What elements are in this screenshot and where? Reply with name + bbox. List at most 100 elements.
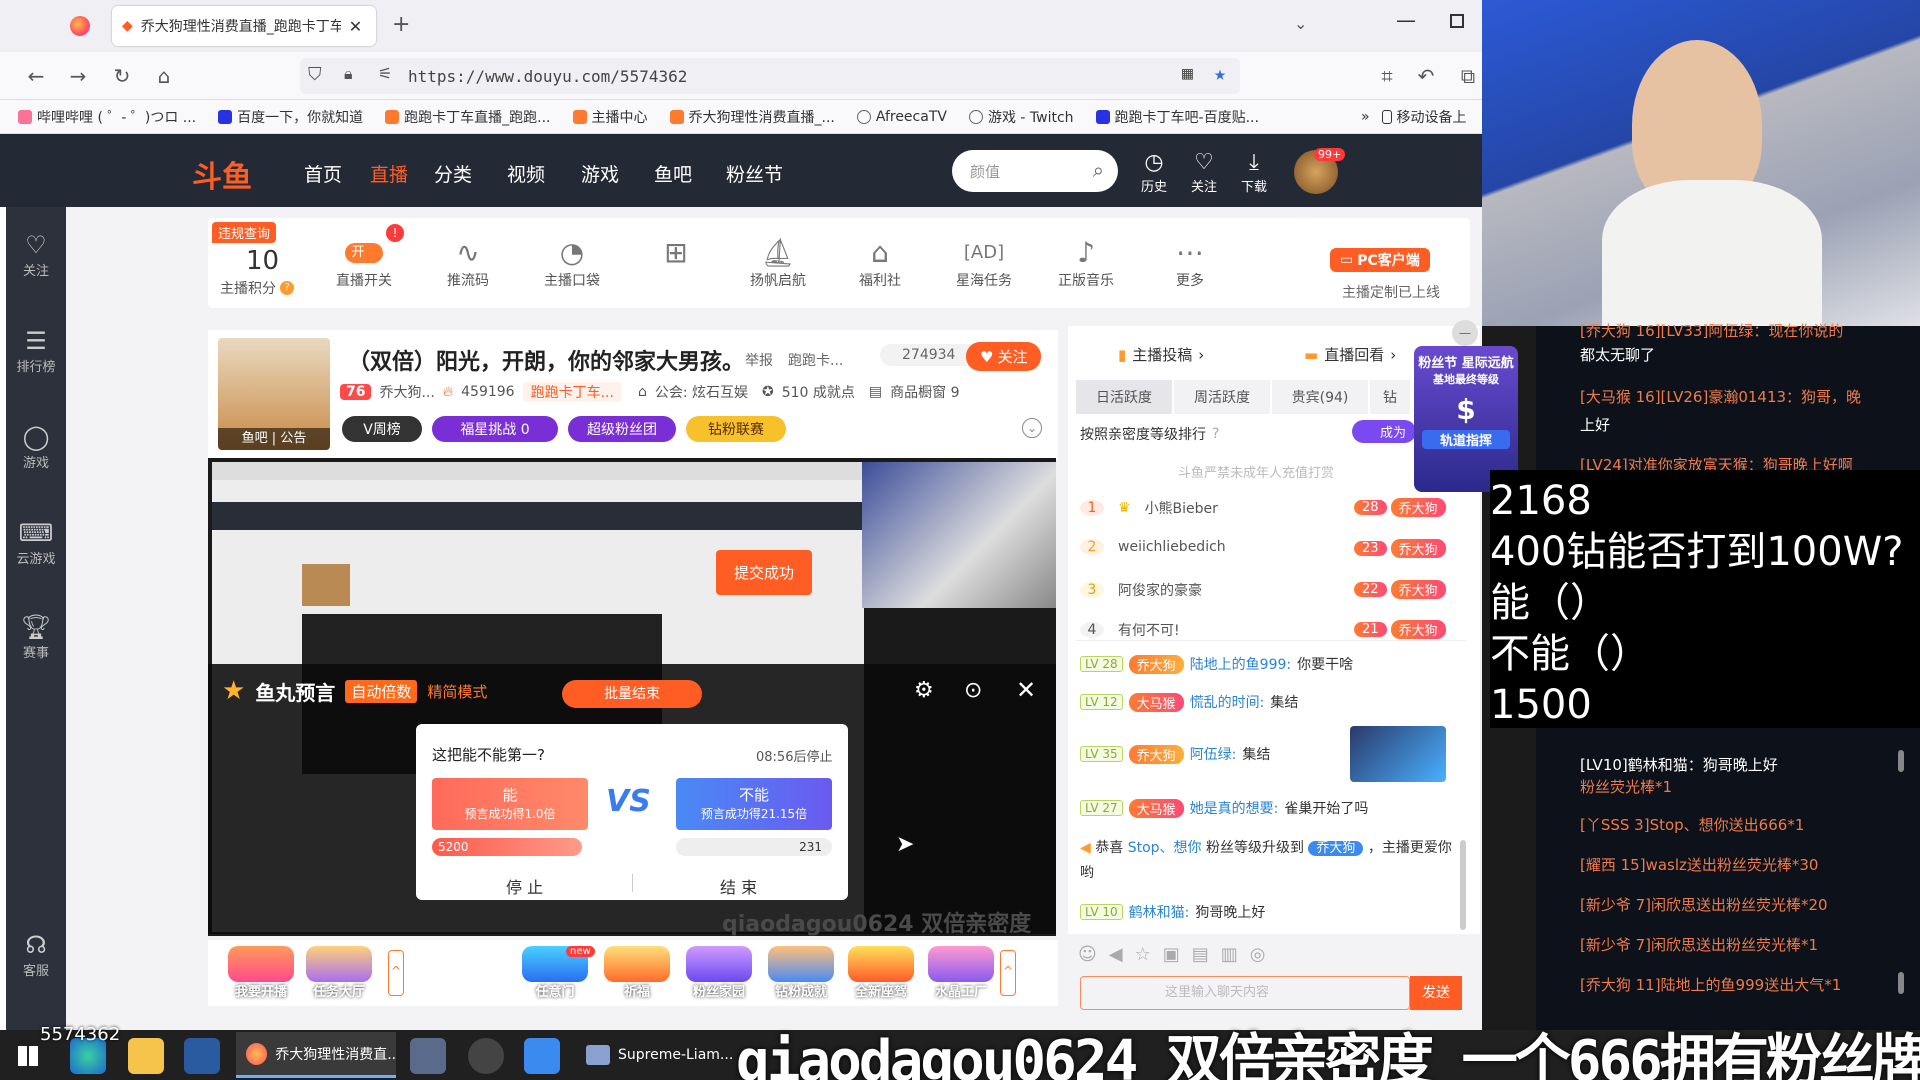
forward-icon[interactable]: → [66, 64, 90, 88]
products-text[interactable]: 商品橱窗 9 [890, 382, 959, 402]
toggle-switch[interactable]: 开 [345, 243, 383, 263]
gift-new-vehicle[interactable]: 全新座驾 [848, 946, 914, 1002]
lucky-challenge-pill[interactable]: 福星挑战 0 [432, 416, 558, 442]
tab-list-icon[interactable]: ⌄ [1294, 14, 1307, 33]
option-yes-button[interactable]: 能 预言成功得1.0倍 [432, 778, 588, 830]
batch-end-button[interactable]: 批量结束 [562, 680, 702, 708]
pc-client-button[interactable]: ▭ PC客户端 [1330, 248, 1430, 272]
maximize-icon[interactable] [1450, 14, 1464, 28]
follow-header-button[interactable]: ♡ 关注 [1184, 150, 1224, 195]
become-button[interactable]: 成为 [1352, 420, 1417, 443]
firefox-icon[interactable] [70, 16, 90, 36]
option-no-button[interactable]: 不能 预言成功得21.15倍 [676, 778, 832, 830]
gift-fan-home[interactable]: 粉丝家园 [686, 946, 752, 1002]
fan-icon[interactable]: ▣ [1163, 944, 1180, 965]
tab-vip[interactable]: 贵宾(94) [1272, 380, 1368, 414]
file-explorer-icon[interactable] [128, 1038, 164, 1074]
violation-query-badge[interactable]: 违规查询 [212, 222, 277, 243]
tab-diamond[interactable]: 钻 [1370, 380, 1410, 414]
sidebar-item-cloudgame[interactable]: ⌨ 云游戏 [6, 518, 66, 567]
nav-fishbar[interactable]: 鱼吧 [654, 160, 692, 187]
tab-active[interactable]: ◆ 乔大狗理性消费直播_跑跑卡丁车 ✕ [112, 6, 376, 46]
tool-push-code[interactable]: ∿ 推流码 [428, 236, 508, 290]
sidebar-item-service[interactable]: ☊ 客服 [6, 930, 66, 979]
rank-row[interactable]: 1 ♛ 小熊Bieber [1080, 498, 1218, 518]
super-fan-pill[interactable]: 超级粉丝团 [568, 416, 676, 442]
bookmark-item[interactable]: 跑跑卡丁车吧-百度贴... [1095, 107, 1259, 127]
tool-pocket[interactable]: ◔ 主播口袋 [532, 236, 612, 290]
gift-task-hall[interactable]: 任务大厅 [306, 946, 372, 1002]
search-icon[interactable]: ⌕ [1093, 158, 1104, 182]
union-text[interactable]: 公会: 炫石互娱 [655, 382, 748, 402]
auto-double-badge[interactable]: 自动倍数 [345, 679, 418, 703]
category-link[interactable]: 跑跑卡... [788, 350, 843, 370]
tab-weekly-activity[interactable]: 周活跃度 [1174, 380, 1270, 414]
bookmark-star-icon[interactable]: ★ [1214, 61, 1226, 85]
gift-pray[interactable]: 祈福 [604, 946, 670, 1002]
taskbar-app-supreme[interactable]: Supreme-Liam... [576, 1032, 736, 1078]
game-tag[interactable]: 跑跑卡丁车... [522, 382, 622, 402]
nav-game[interactable]: 游戏 [581, 160, 619, 187]
sidebar-item-follow[interactable]: ♡ 关注 [6, 230, 66, 279]
nav-fanfest[interactable]: 粉丝节 [726, 160, 783, 187]
back-icon[interactable]: ← [24, 64, 48, 88]
tool-music[interactable]: ♪ 正版音乐 [1046, 236, 1126, 290]
calculator-icon[interactable] [410, 1038, 446, 1074]
banner-close-icon[interactable]: — [1452, 320, 1478, 346]
bookmark-item[interactable]: 游戏 - Twitch [968, 107, 1074, 127]
emoji-icon[interactable]: ☺ [1078, 944, 1097, 965]
new-tab-button[interactable]: + [392, 12, 410, 37]
anchor-name[interactable]: 乔大狗... [379, 382, 434, 402]
report-link[interactable]: 举报 [745, 350, 773, 370]
gift-start-live[interactable]: 我要开播 [228, 946, 294, 1002]
score-label[interactable]: 主播积分? [220, 278, 294, 298]
card-icon[interactable]: ▥ [1221, 944, 1238, 965]
douyu-logo[interactable]: 斗鱼 [192, 152, 252, 196]
home-icon[interactable]: ⌂ [152, 64, 176, 88]
send-button[interactable]: 发送 [1410, 976, 1462, 1010]
bookmark-overflow-icon[interactable]: » [1361, 109, 1370, 125]
bookmark-item[interactable]: 主播中心 [572, 107, 648, 127]
feishu-icon[interactable] [524, 1038, 560, 1074]
collapse-gifts-button[interactable]: ^ [388, 950, 404, 996]
horn-icon[interactable]: ◀ [1109, 944, 1123, 965]
nav-live[interactable]: 直播 [370, 160, 408, 187]
store-icon[interactable] [184, 1038, 220, 1074]
sidebar-item-game[interactable]: ◯ 游戏 [6, 422, 66, 471]
gift-crystal-factory[interactable]: 水晶工厂 [928, 946, 994, 1002]
taskbar-app-firefox[interactable]: 乔大狗理性消费直... [236, 1032, 396, 1078]
tab-daily-activity[interactable]: 日活跃度 [1076, 380, 1172, 414]
tool-starsea[interactable]: [AD] 星海任务 [944, 236, 1024, 290]
live-toggle[interactable]: 开 直播开关 [324, 236, 404, 290]
qr-icon[interactable]: ▦ [1182, 63, 1193, 84]
rank-row[interactable]: 3 阿俊家的豪豪 [1080, 580, 1202, 600]
tool-more[interactable]: ⋯ 更多 [1150, 236, 1230, 290]
history-button[interactable]: ◷ 历史 [1134, 150, 1174, 195]
star-outline-icon[interactable]: ☆ [1135, 944, 1151, 965]
bookmark-item[interactable]: 移动设备上 [1381, 107, 1467, 127]
minimize-icon[interactable]: — [1396, 8, 1416, 32]
obs-icon[interactable] [468, 1038, 504, 1074]
more-options-icon[interactable]: ⊙ [964, 678, 982, 703]
tool-gift[interactable]: ⊞ [636, 236, 716, 270]
lock-icon[interactable]: ◎ [1250, 944, 1266, 965]
anchor-submission-tab[interactable]: ▮ 主播投稿 › [1118, 344, 1204, 365]
follow-button[interactable]: ♥ 关注 [966, 342, 1042, 371]
crop-icon[interactable]: ⌗ [1375, 64, 1399, 88]
sidebar-item-events[interactable]: 🏆︎ 赛事 [6, 612, 66, 661]
nav-home[interactable]: 首页 [304, 160, 342, 187]
sidebar-item-rank[interactable]: ☰ 排行榜 [6, 326, 66, 375]
bookmark-item[interactable]: 乔大狗理性消费直播_... [669, 107, 835, 127]
diamond-league-pill[interactable]: 钻粉联赛 [686, 416, 786, 442]
end-button[interactable]: 结 束 [720, 874, 757, 898]
achievement-text[interactable]: 510 成就点 [782, 382, 855, 402]
search-input[interactable]: 颜值 ⌕ [952, 150, 1118, 192]
windows-start-icon[interactable] [18, 1046, 38, 1066]
download-button[interactable]: ⤓ 下载 [1234, 150, 1274, 195]
anchor-avatar[interactable]: 鱼吧 | 公告 [218, 338, 330, 450]
avatar-tabs[interactable]: 鱼吧 | 公告 [218, 428, 330, 450]
expand-gifts-button[interactable]: ^ [1000, 950, 1016, 996]
settings-icon[interactable]: ⚙ [914, 678, 934, 703]
vweek-pill[interactable]: V周榜 [342, 416, 422, 442]
copy-icon[interactable]: ▤ [1192, 944, 1209, 965]
